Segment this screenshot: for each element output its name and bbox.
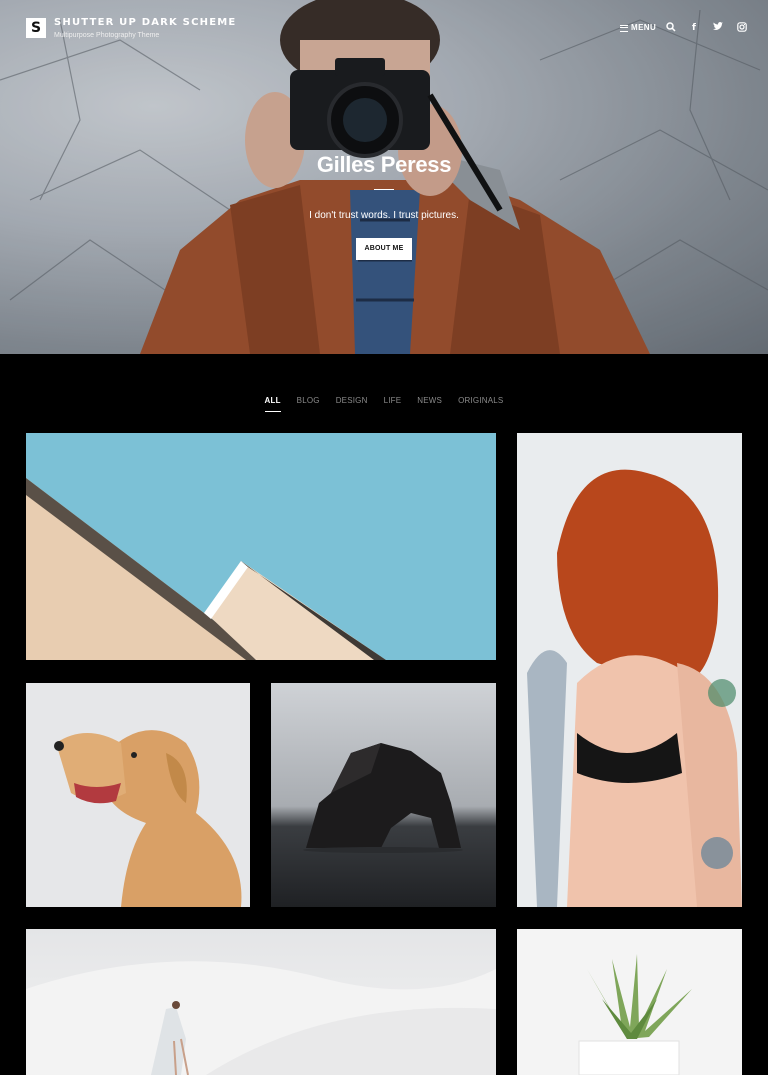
- hero-tagline: I don't trust words. I trust pictures.: [309, 210, 459, 221]
- filter-life[interactable]: LIFE: [384, 395, 402, 407]
- architecture-sky-image: [26, 478, 386, 660]
- hero-divider: [374, 189, 394, 190]
- sea-rock-arch-image: [303, 743, 463, 853]
- site-logo[interactable]: S: [26, 18, 46, 38]
- filter-blog[interactable]: BLOG: [297, 395, 320, 407]
- potted-succulent-image: [578, 954, 692, 1075]
- facebook-icon[interactable]: f: [688, 22, 700, 34]
- gallery-item-rock-arch[interactable]: [271, 683, 496, 907]
- about-me-button[interactable]: ABOUT ME: [356, 238, 412, 260]
- site-title[interactable]: SHUTTER UP DARK SCHEME: [54, 17, 236, 29]
- twitter-icon[interactable]: [712, 22, 724, 34]
- gallery-item-architecture[interactable]: [26, 433, 496, 660]
- filter-design[interactable]: DESIGN: [336, 395, 368, 407]
- instagram-icon[interactable]: [736, 22, 748, 34]
- gallery-item-desert[interactable]: [26, 929, 496, 1075]
- menu-button[interactable]: MENU: [620, 22, 656, 34]
- site-tagline: Multipurpose Photography Theme: [54, 32, 160, 39]
- hamburger-icon: [620, 24, 628, 32]
- red-haired-woman-image: [527, 469, 742, 907]
- filter-originals[interactable]: ORIGINALS: [458, 395, 503, 407]
- filter-news[interactable]: NEWS: [417, 395, 442, 407]
- golden-retriever-image: [54, 730, 242, 907]
- gallery-item-dog[interactable]: [26, 683, 250, 907]
- gallery-item-woman[interactable]: [517, 433, 742, 907]
- filter-all[interactable]: ALL: [264, 395, 281, 412]
- hero-banner: S SHUTTER UP DARK SCHEME Multipurpose Ph…: [0, 0, 768, 354]
- search-icon[interactable]: [665, 22, 677, 34]
- gallery-item-succulent[interactable]: [517, 929, 742, 1075]
- menu-label: MENU: [631, 23, 657, 32]
- desert-dunes-woman-image: [26, 961, 496, 1075]
- hero-title: Gilles Peress: [316, 152, 452, 177]
- portfolio-filter-nav: ALL BLOG DESIGN LIFE NEWS ORIGINALS: [0, 395, 768, 412]
